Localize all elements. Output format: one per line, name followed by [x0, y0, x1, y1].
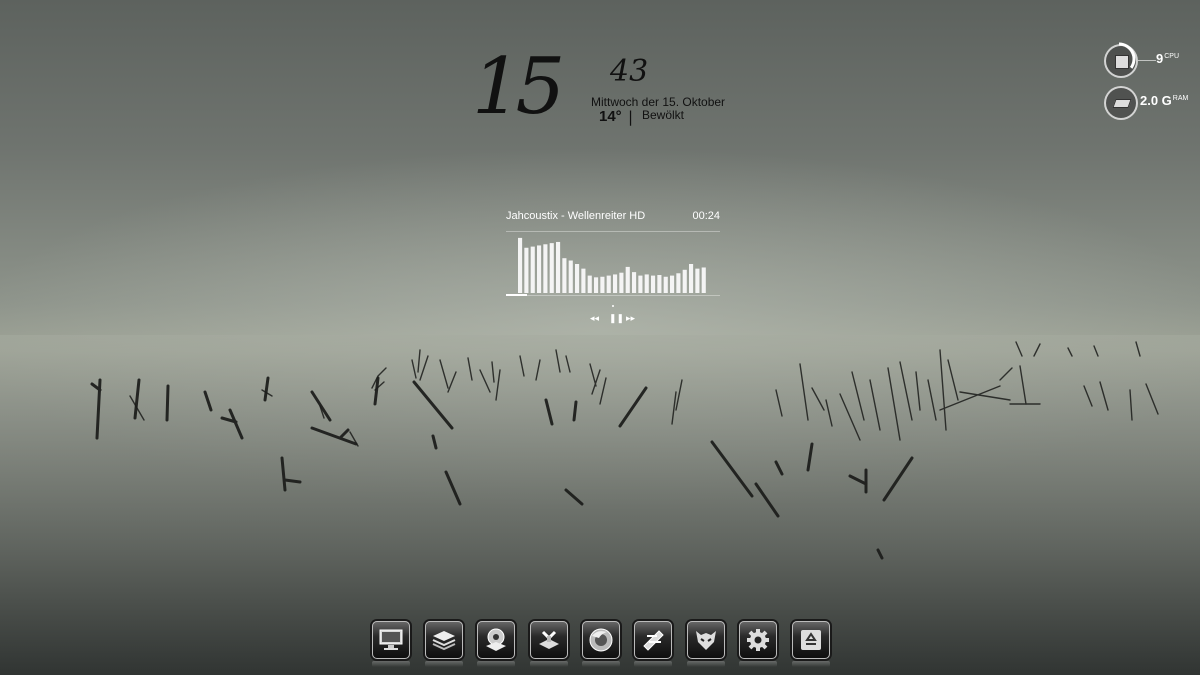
visualizer-bar [606, 275, 611, 293]
visualizer-bar [682, 269, 687, 293]
clock-minute: 43 [610, 54, 649, 89]
folder-stack-icon[interactable] [425, 621, 463, 659]
progress-track[interactable] [506, 295, 720, 296]
network-icon[interactable] [530, 621, 568, 659]
edit-icon[interactable] [634, 621, 672, 659]
track-title: Jahcoustix - Wellenreiter HD [506, 210, 646, 222]
visualizer-bar [613, 274, 618, 293]
clock-date: Mittwoch der 15. Oktober [591, 95, 726, 109]
visualizer-bar [632, 272, 637, 293]
visualizer-bar [651, 275, 656, 293]
visualizer-bar [663, 276, 668, 293]
previous-button[interactable]: ◂◂ [590, 313, 599, 324]
next-button[interactable]: ▸▸ [626, 313, 635, 324]
visualizer-bar [676, 273, 681, 293]
visualizer-bar [638, 275, 643, 293]
visualizer-bar [575, 264, 580, 293]
ram-value: 2.0 GRAM [1140, 93, 1189, 108]
visualizer-bar [644, 274, 649, 293]
visualizer-bar [524, 247, 529, 293]
visualizer-bar [670, 275, 675, 293]
visualizer-bar [568, 260, 573, 293]
progress-indicator-dot [612, 305, 614, 307]
dock-reflection [792, 661, 830, 667]
visualizer-bar [581, 268, 586, 293]
visualizer-bar [600, 276, 605, 293]
visualizer-bar [625, 266, 630, 293]
clock-widget: 15 43 Mittwoch der 15. Oktober 14° | Bew… [470, 42, 750, 138]
visualizer-bar [657, 275, 662, 293]
progress-fill[interactable] [506, 294, 528, 296]
weather-temperature: 14° [599, 108, 622, 125]
gear-icon[interactable] [739, 621, 777, 659]
dock-reflection [739, 661, 777, 667]
firefox-icon[interactable] [582, 621, 620, 659]
audio-visualizer [518, 237, 706, 293]
clock-hour: 15 [472, 42, 565, 132]
dock-reflection [687, 661, 725, 667]
dock-reflection [425, 661, 463, 667]
dock-reflection [372, 661, 410, 667]
visualizer-bar [530, 246, 535, 293]
weather-separator: | [628, 108, 634, 126]
dock [370, 621, 832, 667]
visualizer-bar [594, 277, 599, 293]
mask-icon[interactable] [687, 621, 725, 659]
visualizer-bar [518, 237, 523, 293]
dock-reflection [530, 661, 568, 667]
visualizer-bar [543, 244, 548, 293]
ram-icon [1112, 99, 1132, 108]
track-time: 00:24 [692, 210, 720, 222]
cpu-chip-icon [1115, 55, 1129, 69]
visualizer-bar [701, 267, 706, 293]
ram-monitor: 2.0 GRAM [1104, 86, 1188, 120]
dock-reflection [477, 661, 515, 667]
visualizer-bar [695, 268, 700, 293]
media-player-icon[interactable] [477, 621, 515, 659]
cpu-value: 9CPU [1156, 51, 1180, 66]
cpu-leader-line [1138, 60, 1156, 61]
visualizer-bar [537, 245, 542, 293]
monitor-icon[interactable] [372, 621, 410, 659]
cpu-ring [1104, 42, 1138, 78]
dock-reflection [634, 661, 672, 667]
visualizer-bar [689, 264, 694, 293]
pause-button[interactable]: ❚❚ [609, 313, 624, 324]
ram-unit: RAM [1172, 94, 1189, 102]
dock-reflection [582, 661, 620, 667]
cpu-monitor: 9CPU [1104, 42, 1184, 78]
weather-condition: Bewölkt [642, 108, 685, 122]
visualizer-bar [587, 275, 592, 293]
visualizer-bar [562, 258, 567, 293]
player-divider-top [506, 231, 720, 232]
visualizer-bar [549, 243, 554, 293]
cpu-unit: CPU [1164, 52, 1180, 60]
visualizer-bar [556, 241, 561, 293]
visualizer-bar [619, 272, 624, 293]
ram-ring [1104, 86, 1138, 120]
recycle-icon[interactable] [792, 621, 830, 659]
